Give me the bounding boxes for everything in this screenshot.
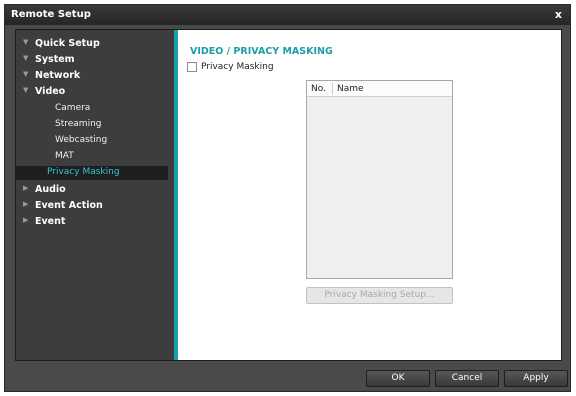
privacy-masking-page: VIDEO / PRIVACY MASKING Privacy Masking … bbox=[178, 30, 561, 360]
expand-arrow-icon: ▶ bbox=[23, 200, 29, 208]
column-header-name[interactable]: Name bbox=[337, 84, 364, 94]
tree-item-label: Event Action bbox=[35, 200, 103, 211]
tree-item-system[interactable]: ▼ System bbox=[23, 54, 75, 65]
tree-item-privacy-masking[interactable]: Privacy Masking bbox=[16, 166, 168, 180]
ok-button[interactable]: OK bbox=[366, 370, 430, 387]
tree-item-label: Network bbox=[35, 70, 81, 81]
expand-arrow-icon: ▶ bbox=[23, 184, 29, 192]
tree-item-audio[interactable]: ▶ Audio bbox=[23, 184, 66, 195]
tree-item-webcasting[interactable]: Webcasting bbox=[55, 135, 107, 145]
tree-item-network[interactable]: ▼ Network bbox=[23, 70, 81, 81]
tree-item-quick-setup[interactable]: ▼ Quick Setup bbox=[23, 38, 100, 49]
close-icon[interactable]: x bbox=[555, 8, 562, 21]
privacy-masking-checkbox-row[interactable]: Privacy Masking bbox=[187, 62, 274, 72]
mask-list-header: No. Name bbox=[307, 81, 452, 97]
tree-item-streaming[interactable]: Streaming bbox=[55, 119, 101, 129]
expand-arrow-icon: ▼ bbox=[23, 38, 29, 46]
privacy-masking-checkbox-label: Privacy Masking bbox=[201, 62, 274, 72]
cancel-button[interactable]: Cancel bbox=[435, 370, 499, 387]
tree-item-label: Camera bbox=[55, 103, 91, 113]
tree-item-label: System bbox=[35, 54, 75, 65]
privacy-masking-setup-button[interactable]: Privacy Masking Setup... bbox=[306, 287, 453, 304]
remote-setup-window: Remote Setup x ▼ Quick Setup ▼ System ▼ … bbox=[4, 4, 571, 392]
page-title: VIDEO / PRIVACY MASKING bbox=[190, 46, 333, 57]
column-divider bbox=[332, 83, 333, 95]
settings-panel: ▼ Quick Setup ▼ System ▼ Network ▼ Video… bbox=[15, 29, 562, 361]
title-bar: Remote Setup x bbox=[5, 5, 570, 25]
tree-item-label: Streaming bbox=[55, 119, 102, 129]
tree-item-label: Webcasting bbox=[55, 135, 108, 145]
tree-item-label: Video bbox=[35, 86, 66, 97]
tree-item-camera[interactable]: Camera bbox=[55, 103, 90, 113]
column-header-no[interactable]: No. bbox=[311, 84, 326, 94]
tree-item-label: Privacy Masking bbox=[47, 167, 120, 177]
expand-arrow-icon: ▼ bbox=[23, 70, 29, 78]
tree-item-label: Event bbox=[35, 216, 66, 227]
tree-item-label: MAT bbox=[55, 151, 74, 161]
expand-arrow-icon: ▼ bbox=[23, 86, 29, 94]
tree-item-label: Quick Setup bbox=[35, 38, 100, 49]
tree-item-event-action[interactable]: ▶ Event Action bbox=[23, 200, 103, 211]
privacy-masking-checkbox[interactable] bbox=[187, 62, 197, 72]
tree-item-video[interactable]: ▼ Video bbox=[23, 86, 66, 97]
expand-arrow-icon: ▼ bbox=[23, 54, 29, 62]
tree-item-mat[interactable]: MAT bbox=[55, 151, 74, 161]
tree-item-label: Audio bbox=[35, 184, 66, 195]
settings-tree: ▼ Quick Setup ▼ System ▼ Network ▼ Video… bbox=[16, 30, 174, 360]
expand-arrow-icon: ▶ bbox=[23, 216, 29, 224]
apply-button[interactable]: Apply bbox=[504, 370, 568, 387]
window-title: Remote Setup bbox=[11, 9, 91, 20]
mask-list[interactable]: No. Name bbox=[306, 80, 453, 279]
tree-item-event[interactable]: ▶ Event bbox=[23, 216, 66, 227]
